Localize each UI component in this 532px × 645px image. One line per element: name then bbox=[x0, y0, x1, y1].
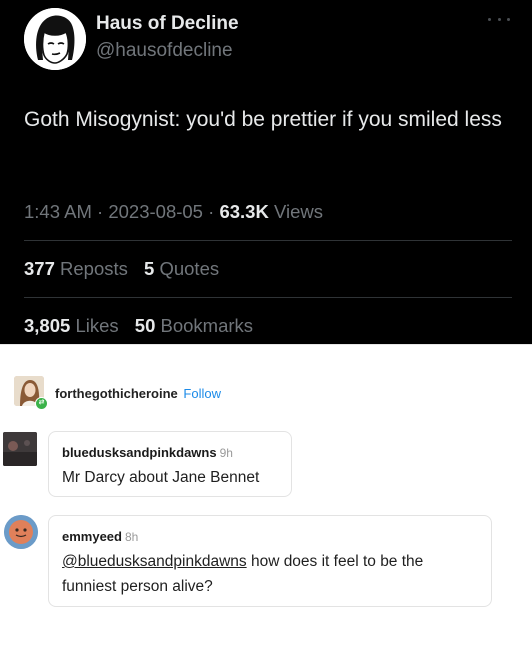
mention-link[interactable]: @bluedusksandpinkdawns bbox=[62, 553, 247, 570]
reposts-label: Reposts bbox=[60, 258, 128, 279]
quotes-stat[interactable]: 5 Quotes bbox=[144, 258, 219, 279]
reblog-icon: ⇄ bbox=[35, 397, 48, 410]
reply-header: bluedusksandpinkdawns 9h bbox=[62, 445, 233, 460]
follow-button[interactable]: Follow bbox=[183, 386, 221, 401]
tweet-handle[interactable]: @hausofdecline bbox=[96, 40, 233, 62]
tweet-timestamp-row: 1:43 AM · 2023-08-05 · 63.3K Views bbox=[24, 201, 323, 223]
tweet-card: Haus of Decline @hausofdecline Goth Miso… bbox=[0, 0, 532, 344]
reposts-count: 377 bbox=[24, 258, 55, 279]
reply-text-line-1: how does it feel to be the bbox=[246, 553, 424, 570]
reply-time: 9h bbox=[219, 446, 233, 460]
reply-username[interactable]: bluedusksandpinkdawns bbox=[62, 445, 217, 460]
reply-bubble: bluedusksandpinkdawns 9h Mr Darcy about J… bbox=[48, 431, 292, 497]
reply-avatar[interactable] bbox=[3, 432, 37, 466]
tweet-display-name[interactable]: Haus of Decline bbox=[96, 13, 239, 35]
reply-avatar[interactable] bbox=[4, 515, 38, 549]
views-count: 63.3K bbox=[219, 201, 269, 222]
divider bbox=[24, 240, 512, 241]
bookmarks-stat[interactable]: 50 Bookmarks bbox=[135, 315, 253, 336]
bookmarks-label: Bookmarks bbox=[160, 315, 254, 336]
views-label: Views bbox=[273, 201, 323, 222]
reply-text-line-2: funniest person alive? bbox=[62, 578, 213, 595]
bookmarks-count: 50 bbox=[134, 315, 156, 336]
tweet-text: Goth Misogynist: you'd be prettier if yo… bbox=[24, 108, 502, 131]
tweet-stats-row-2: 3,805 Likes 50 Bookmarks bbox=[24, 315, 264, 337]
likes-label: Likes bbox=[75, 315, 119, 336]
tweet-date[interactable]: 2023-08-05 bbox=[108, 201, 203, 222]
reply-text: Mr Darcy about Jane Bennet bbox=[62, 469, 260, 486]
tweet-time[interactable]: 1:43 AM bbox=[24, 201, 92, 222]
poster-line: forthegothicheroine Follow bbox=[55, 386, 221, 401]
reply-header: emmyeed 8h bbox=[62, 529, 138, 544]
poster-username[interactable]: forthegothicheroine bbox=[55, 386, 178, 401]
quotes-label: Quotes bbox=[159, 258, 220, 279]
tumblr-post: ⇄ forthegothicheroine Follow bluedusksan… bbox=[0, 344, 532, 645]
more-options-icon[interactable] bbox=[488, 14, 510, 24]
tweet-stats-row-1: 377 Reposts 5 Quotes bbox=[24, 258, 230, 280]
separator-dot: · bbox=[97, 201, 109, 222]
reply-text: @bluedusksandpinkdawns how does it feel … bbox=[62, 549, 482, 599]
separator-dot: · bbox=[208, 201, 220, 222]
likes-count: 3,805 bbox=[24, 315, 71, 336]
likes-stat[interactable]: 3,805 Likes bbox=[24, 315, 119, 336]
reposts-stat[interactable]: 377 Reposts bbox=[24, 258, 128, 279]
quotes-count: 5 bbox=[144, 258, 155, 279]
reply-time: 8h bbox=[124, 530, 139, 544]
reply-bubble: emmyeed 8h @bluedusksandpinkdawns how doe… bbox=[48, 515, 492, 607]
cartoon-face-avatar-icon[interactable] bbox=[24, 8, 86, 70]
reply-username[interactable]: emmyeed bbox=[62, 529, 122, 544]
divider bbox=[24, 297, 512, 298]
